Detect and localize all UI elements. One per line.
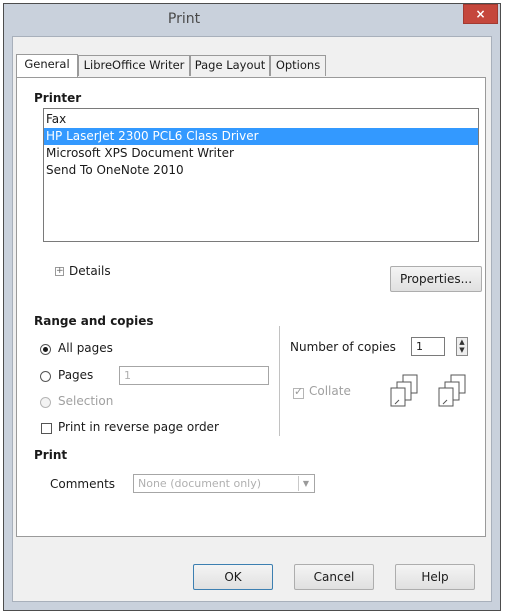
copies-label: Number of copies <box>290 340 396 354</box>
copies-input[interactable]: 1 <box>411 337 445 356</box>
uncollated-pages-icon <box>438 374 466 407</box>
tab-bar: General LibreOffice Writer Page Layout O… <box>16 54 486 77</box>
printer-list-item[interactable]: Send To OneNote 2010 <box>44 162 478 179</box>
tab-libreoffice-writer[interactable]: LibreOffice Writer <box>78 55 190 76</box>
copies-spinner[interactable]: ▲ ▼ <box>456 337 468 356</box>
print-dialog: Print × General LibreOffice Writer Page … <box>3 3 501 611</box>
all-pages-radio[interactable] <box>40 344 51 355</box>
range-section-title: Range and copies <box>34 314 154 328</box>
window-title: Print <box>167 11 201 27</box>
general-tab-panel: Printer Fax HP LaserJet 2300 PCL6 Class … <box>16 77 486 537</box>
printer-list-item[interactable]: Microsoft XPS Document Writer <box>44 145 478 162</box>
printer-section-title: Printer <box>34 91 82 105</box>
printer-list-item-selected[interactable]: HP LaserJet 2300 PCL6 Class Driver <box>44 128 478 145</box>
print-section-title: Print <box>34 448 68 462</box>
tab-general[interactable]: General <box>16 54 78 77</box>
help-button[interactable]: Help <box>395 564 475 590</box>
title-bar[interactable]: Print × <box>4 4 500 36</box>
collate-checkbox[interactable] <box>293 385 304 399</box>
printer-list-item[interactable]: Fax <box>44 111 478 128</box>
tab-page-layout[interactable]: Page Layout <box>190 55 270 76</box>
all-pages-label: All pages <box>58 341 113 355</box>
reverse-order-label: Print in reverse page order <box>58 420 219 434</box>
pages-label: Pages <box>58 368 94 382</box>
details-label: Details <box>69 264 111 278</box>
ok-button[interactable]: OK <box>193 564 273 590</box>
comments-dropdown[interactable]: None (document only) ▼ <box>133 474 315 493</box>
comments-value: None (document only) <box>138 477 262 490</box>
pages-input[interactable]: 1 <box>119 366 269 385</box>
pages-radio[interactable] <box>40 371 51 382</box>
chevron-down-icon: ▼ <box>298 476 313 491</box>
printer-list[interactable]: Fax HP LaserJet 2300 PCL6 Class Driver M… <box>43 108 479 242</box>
details-expander[interactable]: + Details <box>55 264 145 282</box>
selection-label: Selection <box>58 394 114 408</box>
dialog-client-area: General LibreOffice Writer Page Layout O… <box>12 36 492 602</box>
properties-button[interactable]: Properties... <box>390 266 482 292</box>
tab-options[interactable]: Options <box>270 55 326 76</box>
comments-label: Comments <box>50 477 116 491</box>
collated-pages-icon <box>390 374 418 407</box>
close-button[interactable]: × <box>463 4 498 24</box>
range-divider <box>279 326 280 436</box>
selection-radio[interactable] <box>40 397 51 408</box>
cancel-button[interactable]: Cancel <box>294 564 374 590</box>
reverse-order-checkbox[interactable] <box>41 423 52 434</box>
expand-plus-icon: + <box>55 266 64 276</box>
collate-label: Collate <box>309 384 351 398</box>
